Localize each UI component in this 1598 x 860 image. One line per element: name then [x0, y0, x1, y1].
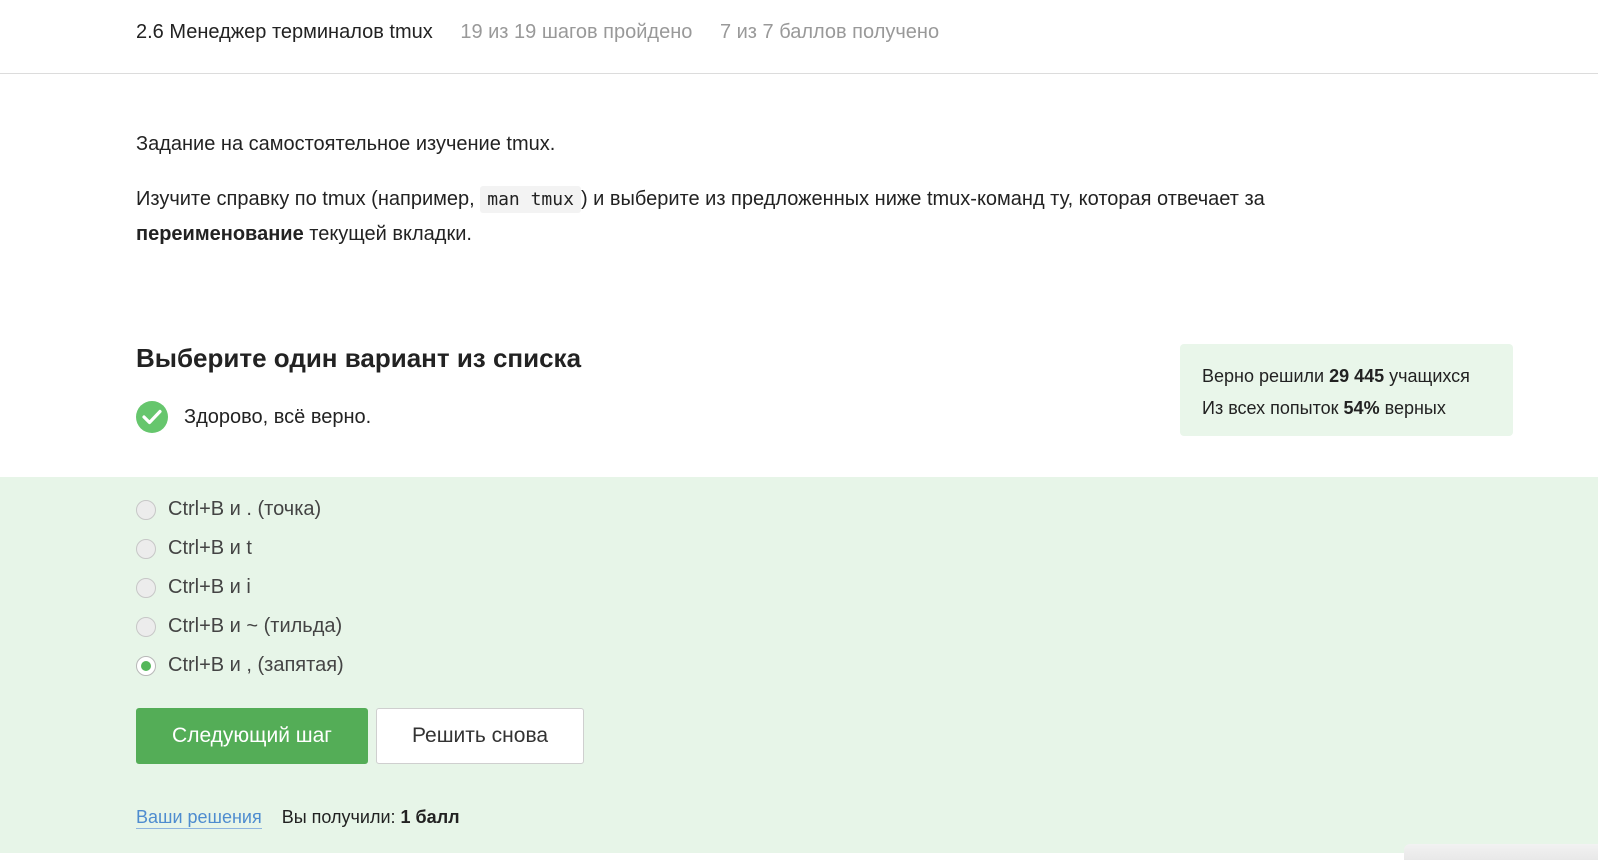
feedback-message: Здорово, всё верно.	[136, 401, 371, 433]
retry-button[interactable]: Решить снова	[376, 708, 584, 764]
option-label[interactable]: Ctrl+B и , (запятая)	[168, 654, 344, 677]
radio-button-selected[interactable]	[136, 655, 156, 676]
solved-stat: Верно решили 29 445 учащихся	[1202, 360, 1513, 392]
steps-progress: 19 из 19 шагов пройдено	[460, 21, 693, 43]
your-solutions-link[interactable]: Ваши решения	[136, 807, 262, 829]
quiz-title: Выберите один вариант из списка	[136, 343, 582, 373]
lesson-title[interactable]: 2.6 Менеджер терминалов tmux	[136, 21, 433, 43]
score-value: 1 балл	[400, 807, 460, 827]
lesson-header: 2.6 Менеджер терминалов tmux 19 из 19 ша…	[0, 0, 1598, 74]
option-item[interactable]: Ctrl+B и ~ (тильда)	[136, 607, 344, 646]
option-item[interactable]: Ctrl+B и t	[136, 529, 344, 568]
result-footer: Ваши решения Вы получили: 1 балл	[136, 807, 460, 829]
task-description: Задание на самостоятельное изучение tmux…	[136, 128, 1436, 251]
radio-button[interactable]	[136, 577, 156, 598]
attempts-percent: 54%	[1343, 398, 1380, 418]
radio-dot	[141, 660, 151, 671]
answer-block: Ctrl+B и . (точка) Ctrl+B и t Ctrl+B и i…	[0, 477, 1598, 853]
next-step-button[interactable]: Следующий шаг	[136, 708, 368, 764]
check-circle-icon	[136, 401, 168, 433]
inline-code: man tmux	[480, 186, 581, 213]
radio-button[interactable]	[136, 538, 156, 559]
task-intro: Задание на самостоятельное изучение tmux…	[136, 133, 556, 155]
solved-prefix: Верно решили	[1202, 366, 1330, 386]
options-list: Ctrl+B и . (точка) Ctrl+B и t Ctrl+B и i…	[136, 490, 344, 685]
attempts-stat: Из всех попыток 54% верных	[1202, 392, 1513, 424]
task-text-before-code: Изучите справку по tmux (например,	[136, 188, 481, 210]
option-label[interactable]: Ctrl+B и t	[168, 537, 252, 560]
option-label[interactable]: Ctrl+B и . (точка)	[168, 498, 321, 521]
option-label[interactable]: Ctrl+B и ~ (тильда)	[168, 615, 342, 638]
option-label[interactable]: Ctrl+B и i	[168, 576, 251, 599]
points-progress: 7 из 7 баллов получено	[719, 21, 940, 43]
task-text-after-code: ) и выберите из предложенных ниже tmux-к…	[580, 188, 1265, 210]
option-item[interactable]: Ctrl+B и . (точка)	[136, 490, 344, 529]
score-text: Вы получили: 1 балл	[282, 807, 460, 828]
option-item[interactable]: Ctrl+B и i	[136, 568, 344, 607]
solved-count: 29 445	[1329, 366, 1385, 386]
task-text-end: текущей вкладки.	[303, 223, 472, 245]
feedback-text: Здорово, всё верно.	[184, 405, 372, 428]
task-text: Изучите справку по tmux (например, man t…	[136, 182, 1436, 251]
score-prefix: Вы получили:	[281, 807, 401, 827]
radio-button[interactable]	[136, 499, 156, 520]
solved-suffix: учащихся	[1384, 366, 1470, 386]
header-info: 2.6 Менеджер терминалов tmux 19 из 19 ша…	[136, 19, 939, 45]
option-item-selected[interactable]: Ctrl+B и , (запятая)	[136, 646, 344, 685]
radio-button[interactable]	[136, 616, 156, 637]
stats-panel: Верно решили 29 445 учащихся Из всех поп…	[1180, 344, 1513, 436]
task-bold-word: переименование	[136, 223, 304, 245]
bottom-widget-edge	[1404, 844, 1598, 860]
attempts-suffix: верных	[1379, 398, 1446, 418]
attempts-prefix: Из всех попыток	[1202, 398, 1344, 418]
